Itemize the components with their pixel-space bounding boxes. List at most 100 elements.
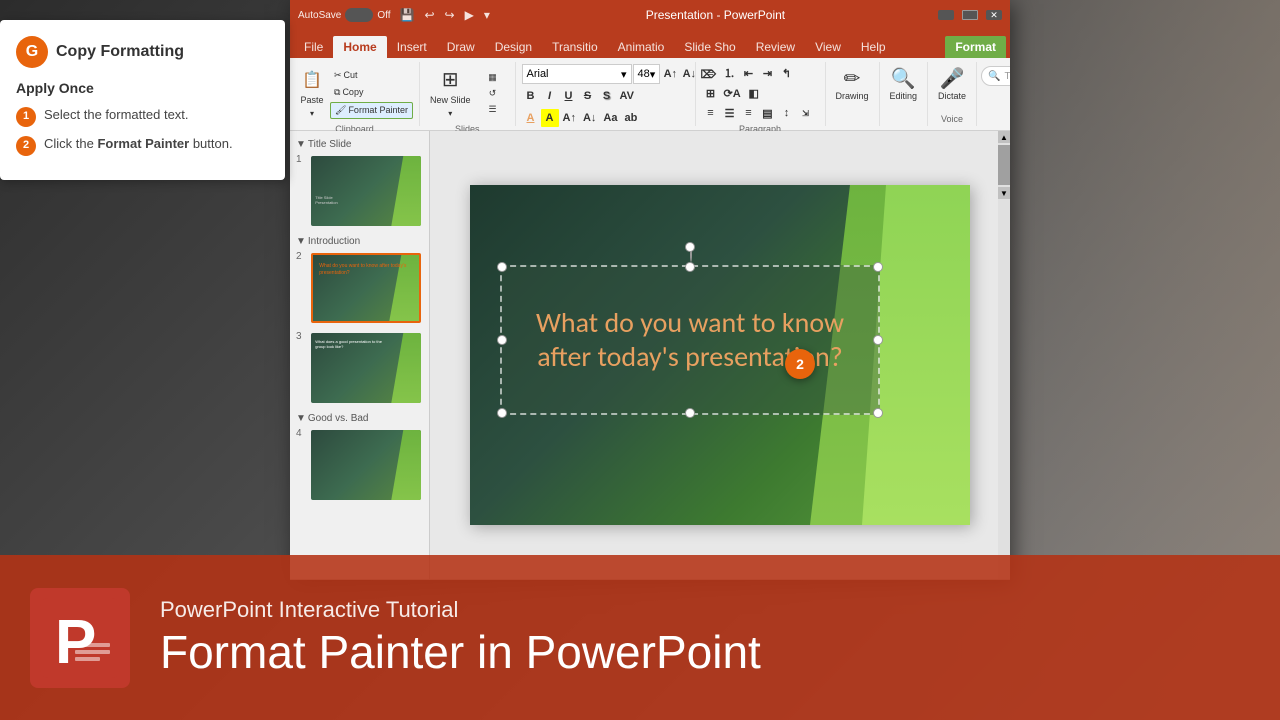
redo-icon[interactable]: ↪ <box>442 6 458 24</box>
autosave-toggle[interactable] <box>345 8 373 22</box>
handle-left-mid[interactable] <box>497 335 507 345</box>
indent-left-button[interactable]: ⇤ <box>740 64 758 82</box>
increase-font-button[interactable]: A↑ <box>661 65 679 83</box>
section-collapse-icon[interactable]: ▼ <box>296 139 306 150</box>
copy-button[interactable]: ⧉ Copy <box>330 85 413 100</box>
undo-icon[interactable]: ↩ <box>421 6 437 24</box>
editing-button[interactable]: 🔍 Editing <box>886 64 922 103</box>
strikethrough-button[interactable]: S <box>579 87 597 105</box>
maximize-button[interactable] <box>962 10 978 20</box>
font-name-selector[interactable]: Arial ▾ <box>522 64 632 84</box>
text-align-expand[interactable]: ⇲ <box>797 104 815 122</box>
tab-help[interactable]: Help <box>851 36 896 58</box>
tab-design[interactable]: Design <box>485 36 542 58</box>
bottom-overlay: P PowerPoint Interactive Tutorial Format… <box>0 555 1280 720</box>
align-center-button[interactable]: ☰ <box>721 104 739 122</box>
indent-right-button[interactable]: ⇥ <box>759 64 777 82</box>
tab-view[interactable]: View <box>805 36 851 58</box>
paste-label: Paste <box>300 95 323 105</box>
paste-button[interactable]: 📋 Paste ▾ <box>296 64 328 122</box>
layout-button[interactable]: ▦ <box>477 70 509 85</box>
section-button[interactable]: ☰ <box>477 102 509 117</box>
handle-right-mid[interactable] <box>873 335 883 345</box>
underline-button[interactable]: U <box>560 87 578 105</box>
bottom-title: Format Painter in PowerPoint <box>160 627 1250 678</box>
main-slide: What do you want to know after today's p… <box>470 185 970 525</box>
reset-icon: ↺ <box>489 88 497 99</box>
save-icon[interactable]: 💾 <box>397 6 418 24</box>
slide-thumbnail-1[interactable]: Title SlidePresentation <box>311 156 421 226</box>
scroll-down-button[interactable]: ▼ <box>998 187 1010 199</box>
slide-thumbnail-3[interactable]: What does a good presentation to the gro… <box>311 333 421 403</box>
align-right-button[interactable]: ≡ <box>740 104 758 122</box>
rotate-handle[interactable] <box>685 242 695 252</box>
smart-art-button[interactable]: ◧ <box>745 84 763 102</box>
tab-animations[interactable]: Animatio <box>608 36 675 58</box>
section-intro-collapse-icon[interactable]: ▼ <box>296 236 306 247</box>
slide-scrollbar[interactable]: ▲ ▼ <box>998 131 1010 579</box>
tab-file[interactable]: File <box>294 36 333 58</box>
text-size-up-button[interactable]: A↑ <box>560 109 579 127</box>
thumb1-decoration <box>391 156 421 226</box>
justify-button[interactable]: ▤ <box>759 104 777 122</box>
handle-bl[interactable] <box>497 408 507 418</box>
scroll-up-button[interactable]: ▲ <box>998 131 1010 143</box>
scroll-thumb[interactable] <box>998 145 1010 185</box>
rtl-button[interactable]: ↰ <box>778 64 796 82</box>
char-spacing-button[interactable]: AV <box>617 87 637 105</box>
bold-button[interactable]: B <box>522 87 540 105</box>
voice-group: 🎤 Dictate Voice <box>928 62 977 126</box>
column-button[interactable]: ⊞ <box>702 84 720 102</box>
italic-button[interactable]: I <box>541 87 559 105</box>
replace-button[interactable]: ab <box>621 109 640 127</box>
handle-top-mid[interactable] <box>685 262 695 272</box>
present-icon[interactable]: ▶ <box>462 6 477 24</box>
line-spacing-button[interactable]: ↕ <box>778 104 796 122</box>
font-color-button[interactable]: A <box>522 109 540 127</box>
customize-icon[interactable]: ▾ <box>481 6 493 24</box>
new-slide-dropdown[interactable]: ▾ <box>448 109 452 118</box>
cut-button[interactable]: ✂ Cut <box>330 68 413 83</box>
tab-slideshow[interactable]: Slide Sho <box>674 36 745 58</box>
bottom-subtitle: PowerPoint Interactive Tutorial <box>160 597 1250 623</box>
font-size-selector[interactable]: 48 ▾ <box>633 64 661 84</box>
paste-dropdown[interactable]: ▾ <box>310 109 314 118</box>
thumb4-decoration <box>391 430 421 500</box>
drawing-group-label <box>851 112 854 124</box>
align-left-button[interactable]: ≡ <box>702 104 720 122</box>
format-painter-label: Format Painter <box>348 105 408 115</box>
tab-format[interactable]: Format <box>945 36 1006 58</box>
section-gvb-collapse-icon[interactable]: ▼ <box>296 413 306 424</box>
tab-home[interactable]: Home <box>333 36 386 58</box>
reset-button[interactable]: ↺ <box>477 86 509 101</box>
slide-textbox[interactable]: What do you want to know after today's p… <box>500 265 880 415</box>
format-painter-button[interactable]: 🖌 Format Painter <box>330 102 413 119</box>
bullet-list-button[interactable]: ≡ <box>702 64 720 82</box>
text-size-down-button[interactable]: A↓ <box>580 109 599 127</box>
handle-tl[interactable] <box>497 262 507 272</box>
highlight-button[interactable]: A <box>541 109 559 127</box>
shadow-button[interactable]: S <box>598 87 616 105</box>
new-slide-button[interactable]: ⊞ New Slide ▾ <box>426 64 475 122</box>
tab-insert[interactable]: Insert <box>387 36 437 58</box>
close-button[interactable]: ✕ <box>986 10 1002 20</box>
tab-transitions[interactable]: Transitio <box>542 36 608 58</box>
text-direction-button[interactable]: ⟳A <box>721 84 744 102</box>
editing-icon: 🔍 <box>891 66 916 91</box>
tab-review[interactable]: Review <box>746 36 805 58</box>
slide-thumbnail-4[interactable] <box>311 430 421 500</box>
tell-me-input[interactable]: 🔍 Tell me... <box>981 66 1010 86</box>
case-button[interactable]: Aa <box>600 109 620 127</box>
paragraph-row3: ≡ ☰ ≡ ▤ ↕ ⇲ <box>702 104 819 122</box>
slide-thumbnail-2[interactable]: What do you want to know after today's p… <box>311 253 421 323</box>
handle-bot-mid[interactable] <box>685 408 695 418</box>
tab-draw[interactable]: Draw <box>437 36 485 58</box>
drawing-button[interactable]: ✏ Drawing <box>832 64 873 103</box>
numbered-list-button[interactable]: ⒈ <box>721 64 739 82</box>
copy-label: Copy <box>342 87 363 97</box>
handle-tr[interactable] <box>873 262 883 272</box>
minimize-button[interactable] <box>938 10 954 20</box>
handle-br[interactable] <box>873 408 883 418</box>
thumb1-text: Title SlidePresentation <box>315 196 391 206</box>
dictate-button[interactable]: 🎤 Dictate <box>934 64 970 103</box>
